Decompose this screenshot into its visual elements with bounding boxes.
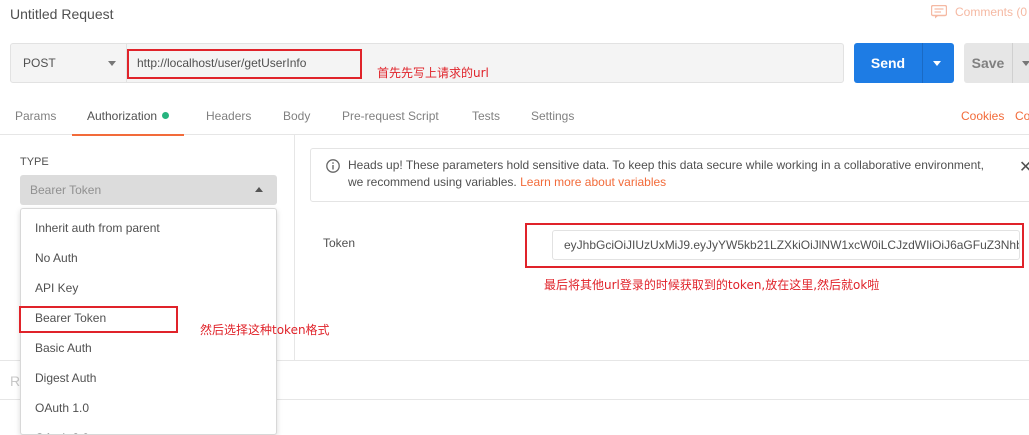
chevron-down-icon xyxy=(108,61,116,66)
request-header: Untitled Request Comments (0 xyxy=(0,0,1029,36)
save-label: Save xyxy=(971,55,1005,71)
option-oauth-2[interactable]: OAuth 2.0 xyxy=(21,423,276,434)
save-options-chevron-icon[interactable] xyxy=(1022,61,1029,66)
send-options-chevron-icon[interactable] xyxy=(933,61,941,66)
comments-label: Comments (0 xyxy=(955,5,1028,19)
info-icon xyxy=(326,159,340,173)
tab-authorization-label: Authorization xyxy=(87,109,158,123)
type-annotation: 然后选择这种token格式 xyxy=(200,323,330,337)
tab-authorization[interactable]: Authorization xyxy=(71,97,185,136)
tab-pre-request-script[interactable]: Pre-request Script xyxy=(342,97,439,135)
save-button[interactable]: Save xyxy=(964,43,1029,83)
bearer-token-highlight-box xyxy=(19,306,178,333)
url-highlight-box xyxy=(127,49,362,79)
option-digest-auth[interactable]: Digest Auth xyxy=(21,363,276,393)
token-label: Token xyxy=(323,236,356,250)
request-title[interactable]: Untitled Request xyxy=(10,6,114,22)
token-highlight-box xyxy=(525,223,1024,268)
type-label: TYPE xyxy=(20,156,49,168)
tab-body[interactable]: Body xyxy=(283,97,310,135)
option-inherit-auth[interactable]: Inherit auth from parent xyxy=(21,213,276,243)
close-icon[interactable]: ✕ xyxy=(1019,157,1029,177)
request-tabs: Params Authorization Headers Body Pre-re… xyxy=(0,97,1029,136)
auth-type-select[interactable]: Bearer Token xyxy=(20,175,277,205)
chevron-up-icon xyxy=(255,187,263,192)
method-select[interactable]: POST xyxy=(11,44,127,82)
url-annotation: 首先先写上请求的url xyxy=(377,66,489,80)
comments-button[interactable]: Comments (0 xyxy=(931,5,1027,19)
auth-type-value: Bearer Token xyxy=(30,183,102,197)
send-button[interactable]: Send xyxy=(854,43,954,83)
tab-tests[interactable]: Tests xyxy=(472,97,500,135)
method-label: POST xyxy=(23,56,56,70)
send-label: Send xyxy=(870,55,906,71)
token-annotation: 最后将其他url登录的时候获取到的token,放在这里,然后就ok啦 xyxy=(544,278,880,292)
active-indicator-dot xyxy=(162,112,170,119)
notice-text-block: Heads up! These parameters hold sensitiv… xyxy=(348,157,988,191)
tab-headers[interactable]: Headers xyxy=(206,97,251,135)
cookies-link[interactable]: Cookies xyxy=(961,97,1004,135)
send-divider xyxy=(922,43,923,83)
option-api-key[interactable]: API Key xyxy=(21,273,276,303)
comment-icon xyxy=(931,5,947,19)
learn-more-link[interactable]: Learn more about variables xyxy=(520,175,666,189)
option-no-auth[interactable]: No Auth xyxy=(21,243,276,273)
option-oauth-1[interactable]: OAuth 1.0 xyxy=(21,393,276,423)
tab-params[interactable]: Params xyxy=(15,97,56,135)
tab-settings[interactable]: Settings xyxy=(531,97,574,135)
save-divider xyxy=(1012,43,1013,83)
code-link[interactable]: Co xyxy=(1015,97,1029,135)
response-label: R xyxy=(10,373,21,389)
sensitive-data-notice: Heads up! These parameters hold sensitiv… xyxy=(310,148,1029,202)
